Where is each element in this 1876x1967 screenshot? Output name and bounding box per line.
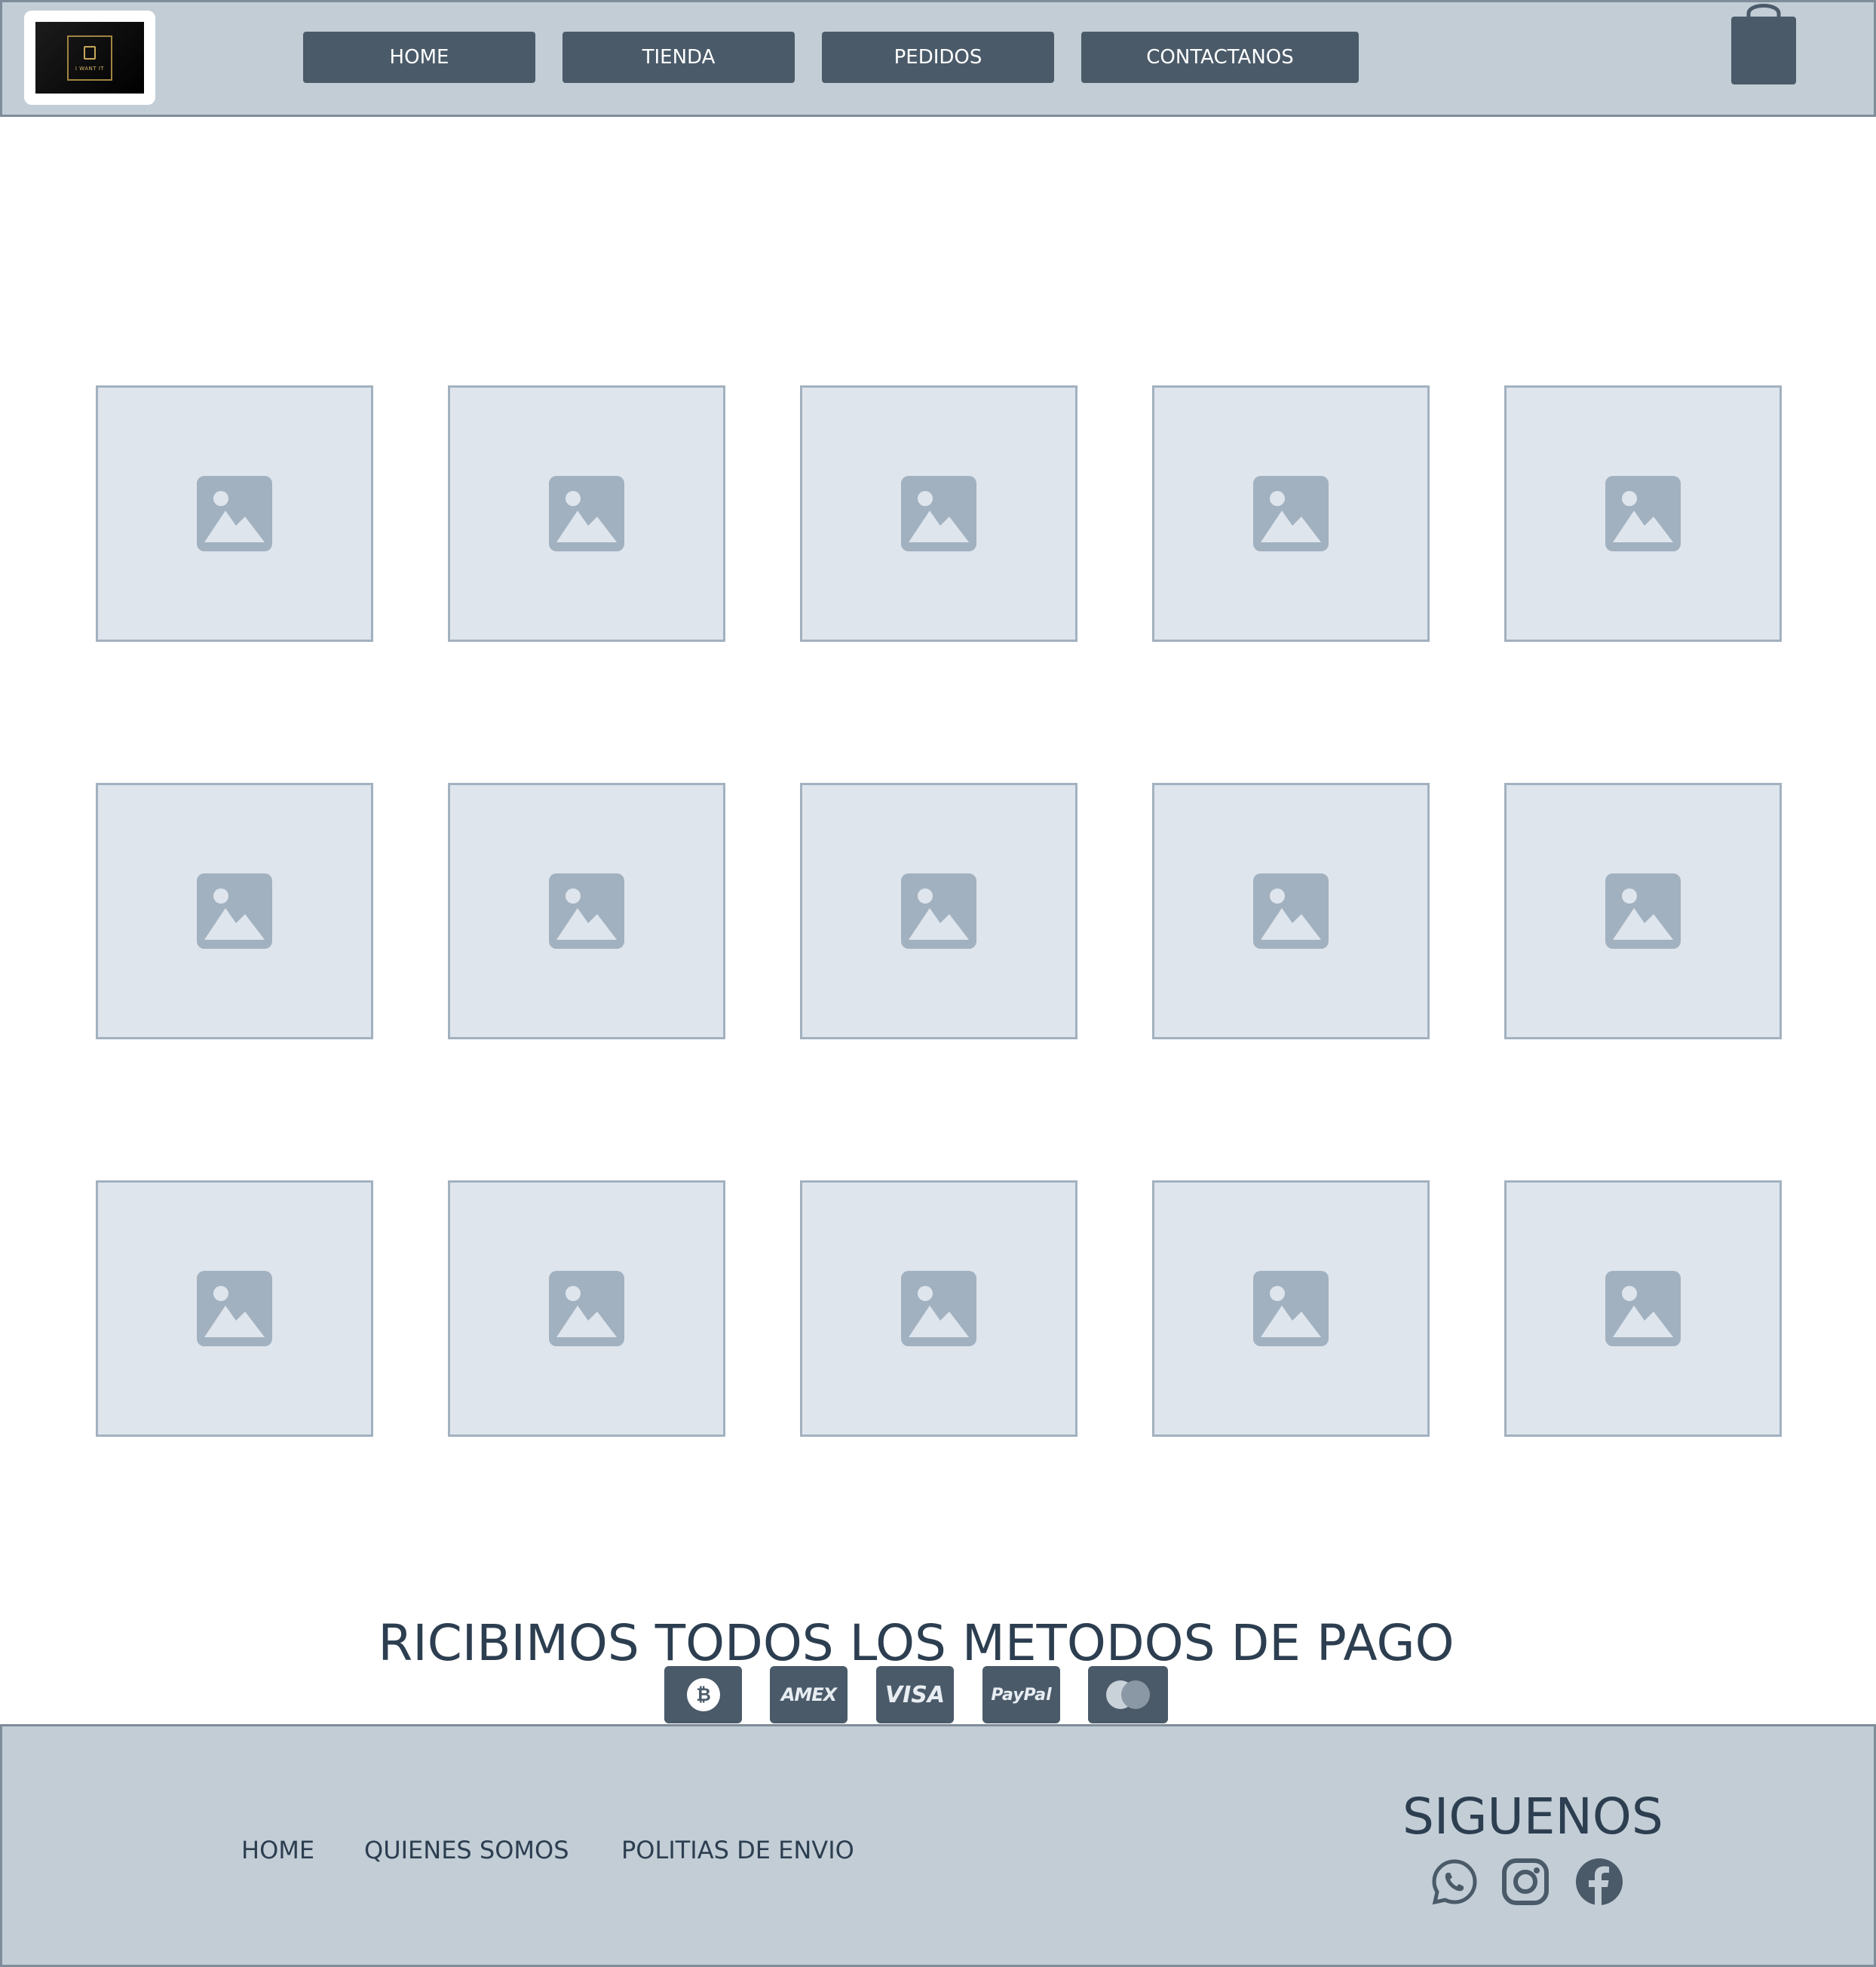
nav-pedidos-button[interactable]: PEDIDOS	[822, 32, 1054, 83]
image-placeholder-icon	[901, 1271, 976, 1346]
product-tile[interactable]	[800, 783, 1077, 1039]
bitcoin-icon: ₿	[664, 1666, 742, 1723]
nav-tienda-button[interactable]: TIENDA	[562, 32, 795, 83]
amex-icon: AMEX	[770, 1666, 848, 1723]
paypal-icon: PayPal	[982, 1666, 1060, 1723]
product-tile[interactable]	[448, 1180, 725, 1437]
image-placeholder-icon	[1253, 873, 1329, 949]
product-tile[interactable]	[96, 385, 373, 642]
product-tile[interactable]	[1504, 783, 1782, 1039]
product-tile[interactable]	[800, 385, 1077, 642]
image-placeholder-icon	[1605, 873, 1681, 949]
image-placeholder-icon	[549, 1271, 624, 1346]
image-placeholder-icon	[197, 1271, 272, 1346]
footer-link-home[interactable]: HOME	[241, 1836, 314, 1864]
product-tile[interactable]	[448, 385, 725, 642]
payment-methods-title: RICIBIMOS TODOS LOS METODOS DE PAGO	[378, 1614, 1455, 1672]
product-tile[interactable]	[1504, 1180, 1782, 1437]
logo-image: I WANT IT	[35, 22, 144, 94]
footer-link-politicas-envio[interactable]: POLITIAS DE ENVIO	[621, 1836, 854, 1864]
mastercard-logo	[1106, 1680, 1150, 1709]
site-logo[interactable]: I WANT IT	[24, 11, 155, 105]
whatsapp-icon[interactable]	[1430, 1857, 1479, 1907]
nav-home-button[interactable]: HOME	[303, 32, 535, 83]
follow-us-title: SIGUENOS	[1402, 1787, 1663, 1846]
image-placeholder-icon	[901, 873, 976, 949]
product-tile[interactable]	[96, 783, 373, 1039]
image-placeholder-icon	[549, 873, 624, 949]
image-placeholder-icon	[197, 476, 272, 551]
image-placeholder-icon	[1605, 476, 1681, 551]
image-placeholder-icon	[1253, 1271, 1329, 1346]
image-placeholder-icon	[901, 476, 976, 551]
bitcoin-symbol: ₿	[696, 1684, 711, 1705]
product-tile[interactable]	[1504, 385, 1782, 642]
footer-link-quienes-somos[interactable]: QUIENES SOMOS	[364, 1836, 569, 1864]
product-tile[interactable]	[1152, 1180, 1430, 1437]
shopping-bag-icon[interactable]	[1730, 0, 1798, 86]
cube-icon	[84, 46, 96, 60]
image-placeholder-icon	[1605, 1271, 1681, 1346]
logo-emblem: I WANT IT	[67, 35, 112, 81]
bitcoin-logo: ₿	[686, 1678, 720, 1711]
product-tile[interactable]	[96, 1180, 373, 1437]
image-placeholder-icon	[197, 873, 272, 949]
instagram-icon[interactable]	[1500, 1857, 1550, 1907]
product-tile[interactable]	[448, 783, 725, 1039]
product-tile[interactable]	[1152, 385, 1430, 642]
image-placeholder-icon	[549, 476, 624, 551]
visa-icon: VISA	[876, 1666, 954, 1723]
image-placeholder-icon	[1253, 476, 1329, 551]
facebook-icon[interactable]	[1574, 1857, 1624, 1907]
mastercard-icon	[1088, 1666, 1168, 1723]
nav-contactanos-button[interactable]: CONTACTANOS	[1081, 32, 1359, 83]
product-tile[interactable]	[800, 1180, 1077, 1437]
logo-text: I WANT IT	[75, 66, 105, 72]
product-tile[interactable]	[1152, 783, 1430, 1039]
